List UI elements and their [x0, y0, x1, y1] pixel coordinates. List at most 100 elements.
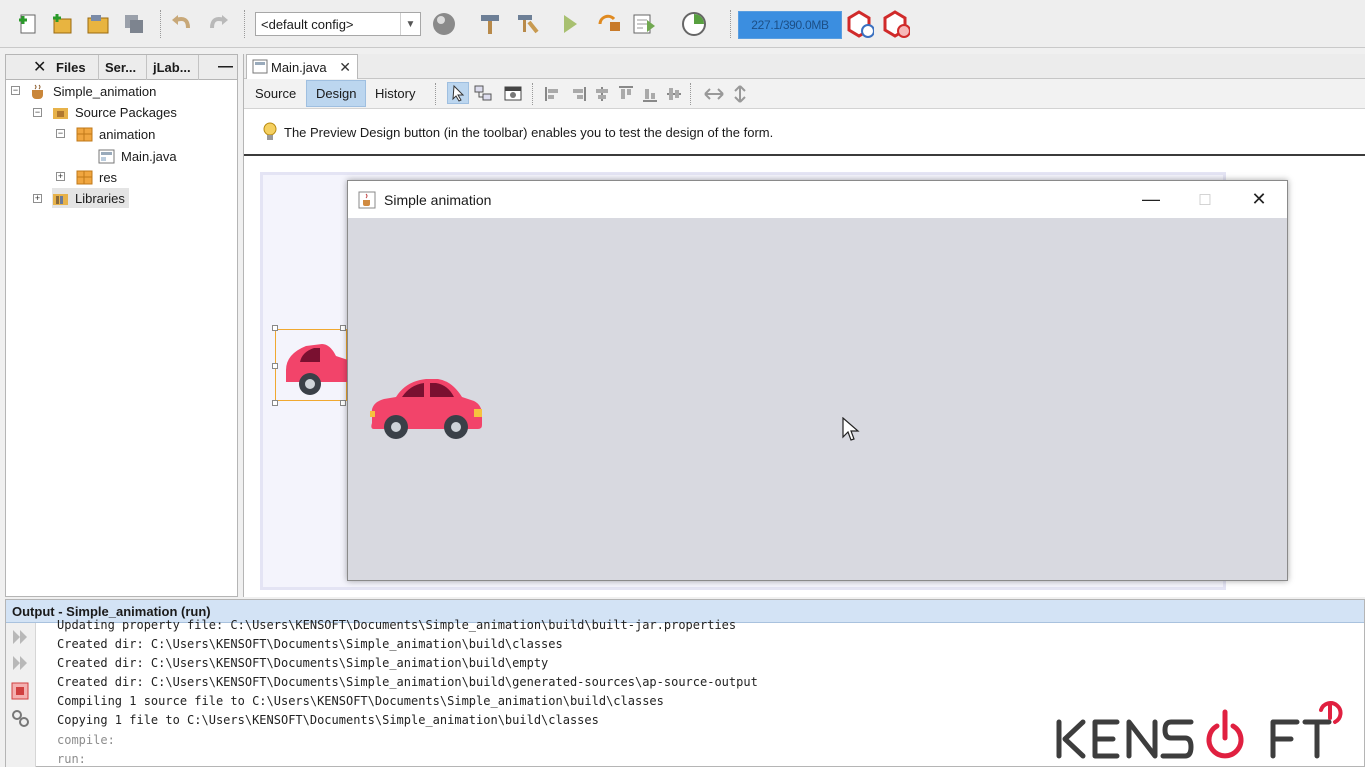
output-line: run:: [57, 752, 86, 766]
output-line: Copying 1 file to C:\Users\KENSOFT\Docum…: [57, 713, 599, 727]
expand-icon[interactable]: +: [56, 172, 65, 181]
memory-indicator[interactable]: 227.1/390.0MB: [738, 11, 842, 39]
output-line: Created dir: C:\Users\KENSOFT\Documents\…: [57, 656, 549, 670]
close-button[interactable]: ✕: [1236, 181, 1282, 218]
tree-node-res[interactable]: res: [76, 167, 117, 187]
output-line: compile:: [57, 733, 115, 747]
main-toolbar: <default config> ▼ 227.1/390.0MB: [0, 0, 1365, 48]
align-left-icon[interactable]: [544, 85, 562, 106]
gc-icon[interactable]: [846, 10, 874, 38]
open-project-icon[interactable]: [84, 10, 112, 38]
redo-icon[interactable]: [204, 10, 232, 38]
maximize-button[interactable]: ☐: [1182, 181, 1228, 218]
align-bottom-icon[interactable]: [641, 85, 659, 106]
new-project-icon[interactable]: [48, 10, 76, 38]
collapse-icon[interactable]: −: [11, 86, 20, 95]
preview-design-icon[interactable]: [503, 83, 523, 106]
minimize-icon: —: [1142, 189, 1160, 209]
tree-label: Main.java: [121, 148, 177, 164]
car-icon: [370, 379, 482, 439]
expand-icon[interactable]: +: [33, 194, 42, 203]
tab-files[interactable]: Files: [50, 55, 99, 80]
tab-main-java[interactable]: Main.java ✕: [246, 54, 358, 79]
car-icon: [286, 344, 348, 395]
output-side-toolbar: [6, 623, 36, 767]
config-select-value: <default config>: [261, 16, 354, 32]
output-line: Created dir: C:\Users\KENSOFT\Documents\…: [57, 675, 758, 689]
clean-build-icon[interactable]: [514, 10, 542, 38]
design-hint-text: The Preview Design button (in the toolba…: [284, 124, 774, 140]
projects-panel-tabs: ✕ Files Ser... jLab... —: [6, 55, 237, 80]
package-icon: [76, 170, 93, 184]
run-icon[interactable]: [556, 10, 584, 38]
pause-io-icon[interactable]: [680, 10, 708, 38]
vertical-resize-icon[interactable]: [732, 84, 748, 107]
config-select[interactable]: <default config> ▼: [255, 12, 421, 36]
mouse-cursor-icon: [842, 417, 860, 441]
tree-label: res: [99, 169, 118, 185]
editor-mode-bar: Source Design History: [244, 79, 1365, 109]
close-icon[interactable]: ✕: [339, 59, 351, 76]
collapse-icon[interactable]: −: [56, 129, 65, 138]
tree-label: Simple_animation: [53, 83, 157, 99]
tree-node-project[interactable]: Simple_animation: [30, 81, 156, 101]
tree-node-source-packages[interactable]: Source Packages: [52, 102, 177, 122]
editor-tabbar: Main.java ✕: [244, 54, 1365, 79]
tab-design-label: Design: [316, 86, 357, 101]
output-line: Compiling 1 source file to C:\Users\KENS…: [57, 694, 664, 708]
new-file-icon[interactable]: [14, 10, 42, 38]
collapse-icon[interactable]: −: [33, 108, 42, 117]
source-folder-icon: [53, 107, 68, 119]
rerun-icon[interactable]: [10, 627, 30, 647]
output-line: Created dir: C:\Users\KENSOFT\Documents\…: [57, 637, 563, 651]
minimize-button[interactable]: —: [1128, 181, 1174, 218]
tree-node-main-java[interactable]: Main.java: [98, 146, 177, 166]
java-form-file-icon: [98, 149, 115, 163]
rerun-with-params-icon[interactable]: [10, 653, 30, 673]
tab-services-label: Ser...: [105, 60, 137, 75]
undo-icon[interactable]: [168, 10, 196, 38]
chevron-down-icon[interactable]: ▼: [400, 13, 420, 35]
selection-mode-icon[interactable]: [447, 82, 469, 104]
tab-source-label: Source: [255, 86, 297, 101]
projects-panel: ✕ Files Ser... jLab... — − Simple_animat…: [5, 54, 238, 597]
maximize-icon: ☐: [1198, 191, 1212, 209]
tree-node-animation[interactable]: animation: [76, 124, 155, 144]
globe-icon[interactable]: [430, 10, 458, 38]
selected-label-component[interactable]: [272, 325, 348, 406]
tab-services[interactable]: Ser...: [99, 55, 147, 80]
window-titlebar[interactable]: Simple animation — ☐ ✕: [348, 181, 1287, 218]
connection-mode-icon[interactable]: [473, 83, 493, 106]
center-horizontally-icon[interactable]: [593, 85, 611, 106]
package-icon: [76, 127, 93, 141]
profile-icon[interactable]: [632, 10, 660, 38]
close-icon: ✕: [1251, 189, 1267, 209]
tab-jlab[interactable]: jLab...: [147, 55, 199, 80]
stop-icon[interactable]: [11, 682, 29, 700]
align-top-icon[interactable]: [617, 85, 635, 106]
save-all-icon[interactable]: [120, 10, 148, 38]
tree-node-libraries[interactable]: Libraries: [52, 188, 129, 208]
tab-files-label: Files: [56, 60, 86, 75]
java-cup-icon: [358, 191, 376, 209]
settings-icon[interactable]: [10, 708, 30, 728]
output-title-text: Output - Simple_animation (run): [12, 603, 211, 619]
simple-animation-window[interactable]: Simple animation — ☐ ✕: [347, 180, 1288, 581]
close-icon[interactable]: ✕: [33, 57, 46, 77]
design-hint: The Preview Design button (in the toolba…: [244, 110, 1365, 156]
align-right-icon[interactable]: [569, 85, 587, 106]
tab-design[interactable]: Design: [306, 80, 367, 107]
center-vertically-icon[interactable]: [665, 85, 683, 106]
memory-text: 227.1/390.0MB: [751, 18, 829, 32]
debug-icon[interactable]: [596, 10, 624, 38]
build-hammer-icon[interactable]: [476, 10, 504, 38]
tab-history[interactable]: History: [366, 80, 424, 107]
profiler-snapshot-icon[interactable]: [882, 10, 910, 38]
tab-jlab-label: jLab...: [153, 60, 191, 75]
tab-source[interactable]: Source: [246, 80, 305, 107]
horizontal-resize-icon[interactable]: [703, 85, 725, 106]
tree-label: Libraries: [75, 190, 125, 206]
minimize-icon[interactable]: —: [218, 58, 233, 75]
window-title: Simple animation: [384, 191, 492, 208]
output-line: Updating property file: C:\Users\KENSOFT…: [57, 618, 737, 632]
